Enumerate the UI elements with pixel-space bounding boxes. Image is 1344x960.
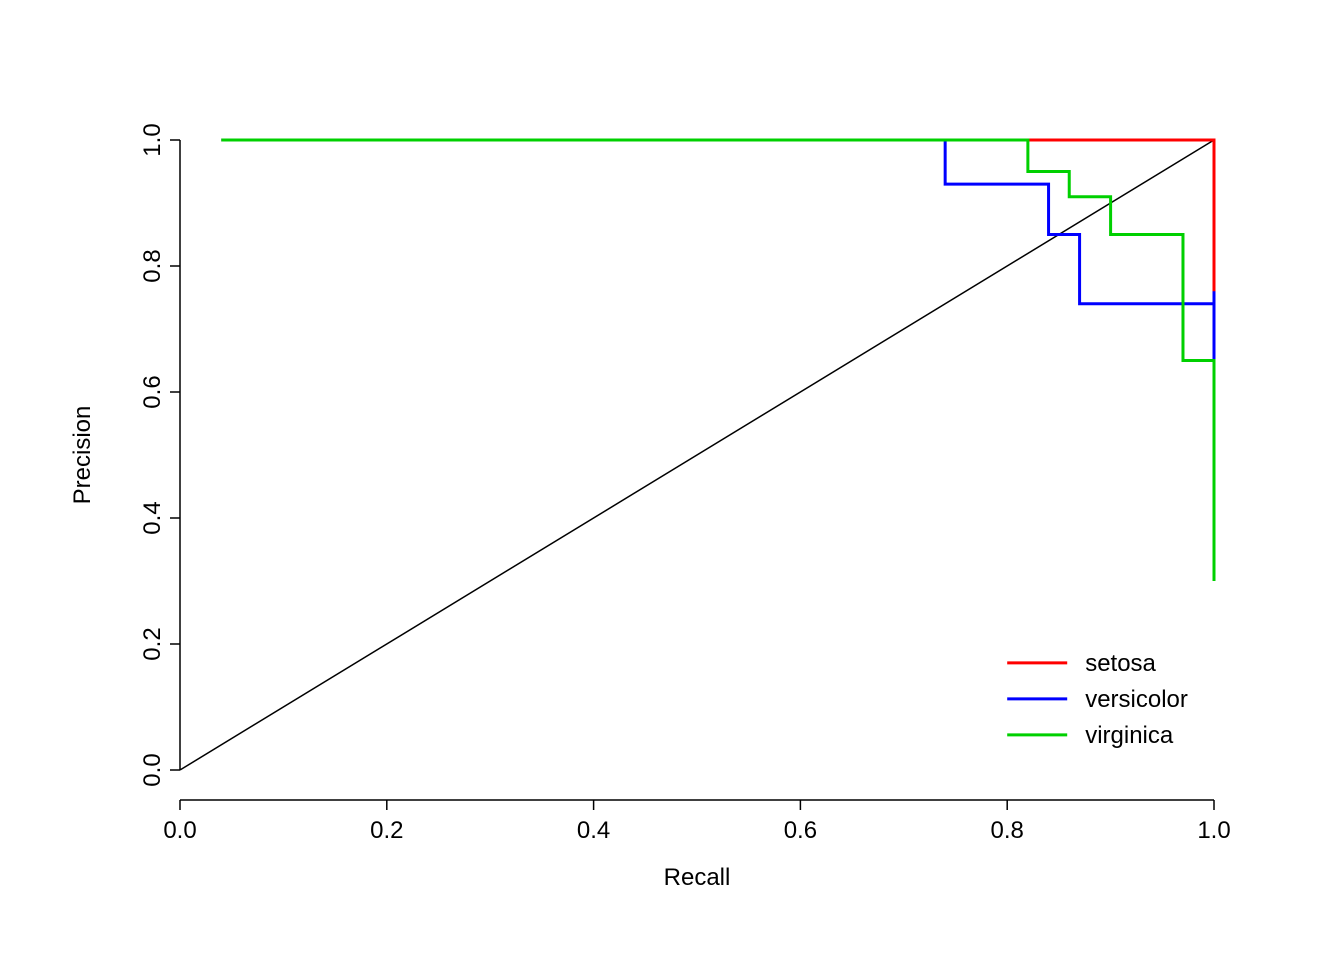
y-tick-label: 0.4 — [139, 501, 166, 534]
plot-svg: 0.0 0.2 0.4 0.6 0.8 1.0 0.0 0.2 0.4 0.6 0.8 1.0 Reca… — [0, 0, 1344, 960]
x-tick-label: 0.4 — [577, 817, 610, 844]
legend-label: setosa — [1085, 650, 1156, 677]
x-axis-label: Recall — [664, 864, 731, 891]
y-tick-label: 0.0 — [139, 753, 166, 786]
y-axis-label: Precision — [69, 406, 96, 505]
y-tick-label: 0.8 — [139, 249, 166, 282]
x-tick-label: 1.0 — [1197, 817, 1230, 844]
x-tick-label: 0.8 — [991, 817, 1024, 844]
legend-label: versicolor — [1085, 686, 1188, 713]
y-tick-label: 0.2 — [139, 627, 166, 660]
x-tick-label: 0.0 — [163, 817, 196, 844]
y-tick-label: 1.0 — [139, 123, 166, 156]
pr-chart: 0.0 0.2 0.4 0.6 0.8 1.0 0.0 0.2 0.4 0.6 0.8 1.0 Reca… — [0, 0, 1344, 960]
x-tick-label: 0.2 — [370, 817, 403, 844]
y-tick-label: 0.6 — [139, 375, 166, 408]
x-tick-label: 0.6 — [784, 817, 817, 844]
series-virginica — [221, 140, 1214, 581]
series-setosa — [221, 140, 1214, 581]
series-versicolor — [221, 140, 1214, 531]
legend-label: virginica — [1085, 722, 1174, 749]
